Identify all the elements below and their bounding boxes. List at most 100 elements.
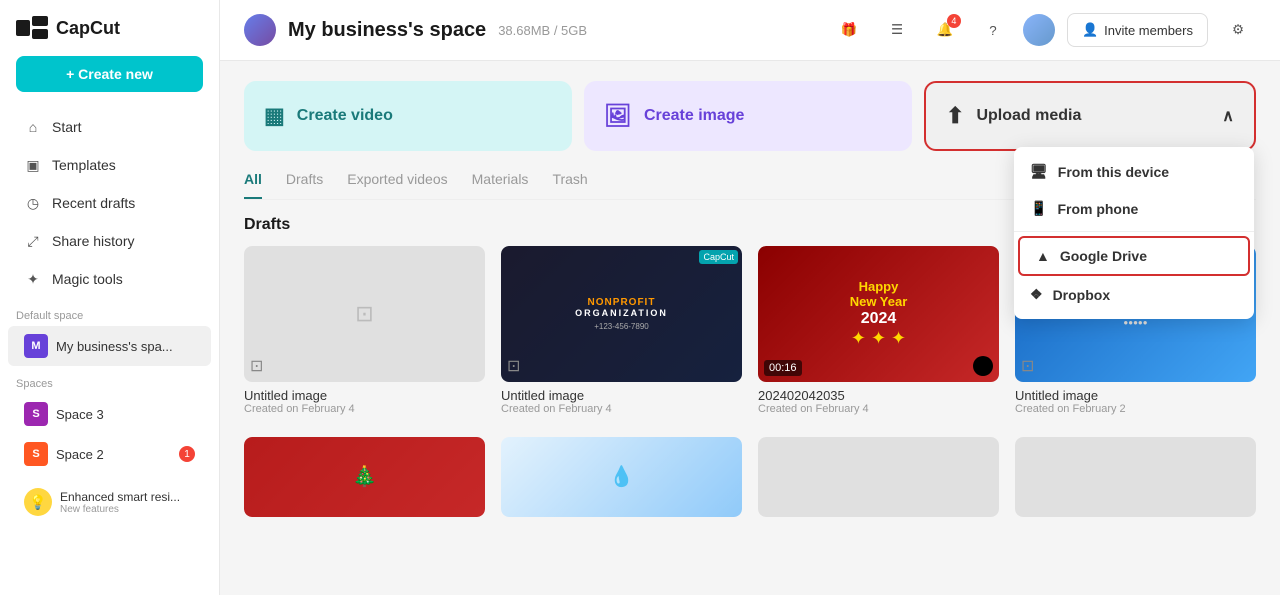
google-drive-item[interactable]: ▲ Google Drive <box>1018 236 1250 276</box>
media-thumb-1: ⊡ ⊡ <box>244 246 485 382</box>
media-date-4: Created on February 2 <box>1015 403 1256 415</box>
media-card-3[interactable]: Happy New Year 2024 ✦ ✦ ✦ 00:16 ✂ 202402… <box>758 246 999 421</box>
tab-exported[interactable]: Exported videos <box>347 171 447 199</box>
sidebar-label-share-history: Share history <box>52 233 134 249</box>
media-card-7[interactable] <box>758 437 999 517</box>
dropdown-divider <box>1014 231 1254 232</box>
create-video-icon: ▦ <box>264 103 285 129</box>
nonprofit-thumb: NONPROFIT ORGANIZATION +123-456-7890 Cap… <box>501 246 742 382</box>
space3-name: Space 3 <box>56 407 195 422</box>
default-space-avatar: M <box>24 334 48 358</box>
image-type-icon-4: ⊡ <box>1021 356 1034 376</box>
media-card-2[interactable]: NONPROFIT ORGANIZATION +123-456-7890 Cap… <box>501 246 742 421</box>
media-card-1[interactable]: ⊡ ⊡ Untitled image Created on February 4 <box>244 246 485 421</box>
layout-icon: ▣ <box>24 156 42 174</box>
media-date-3: Created on February 4 <box>758 403 999 415</box>
monitor-icon: 🖥 <box>1030 163 1048 180</box>
upload-dropdown: 🖥 From this device 📱 From phone ▲ Google… <box>1014 147 1254 319</box>
media-thumb-8 <box>1015 437 1256 517</box>
create-new-button[interactable]: + Create new <box>16 56 203 92</box>
tab-drafts[interactable]: Drafts <box>286 171 323 199</box>
smart-feature-item[interactable]: 💡 Enhanced smart resi... New features <box>8 482 211 522</box>
upload-media-card[interactable]: ⬆ Upload media ∧ 🖥 From this device 📱 Fr… <box>924 81 1256 151</box>
from-phone-item[interactable]: 📱 From phone <box>1014 190 1254 227</box>
workspace-avatar <box>244 14 276 46</box>
menu-button[interactable]: ☰ <box>879 12 915 48</box>
smart-feature-icon: 💡 <box>24 488 52 516</box>
media-name-2: Untitled image <box>501 388 742 403</box>
media-date-2: Created on February 4 <box>501 403 742 415</box>
smart-feature-sub: New features <box>60 504 180 515</box>
settings-button[interactable]: ⚙ <box>1220 12 1256 48</box>
default-space-label: Default space <box>0 298 219 326</box>
notification-badge: 4 <box>947 14 961 28</box>
video-duration-3: 00:16 <box>764 360 802 376</box>
sidebar-item-magic-tools[interactable]: ✦ Magic tools <box>8 260 211 298</box>
upload-icon: ⬆ <box>946 103 964 129</box>
from-device-label: From this device <box>1058 164 1169 180</box>
image-placeholder-icon: ⊡ <box>355 301 373 327</box>
create-image-card[interactable]: 🖼 Create image <box>584 81 912 151</box>
media-thumb-5: 🎄 <box>244 437 485 517</box>
google-drive-label: Google Drive <box>1060 248 1147 264</box>
media-thumb-2: NONPROFIT ORGANIZATION +123-456-7890 Cap… <box>501 246 742 382</box>
user-avatar[interactable] <box>1023 14 1055 46</box>
media-date-1: Created on February 4 <box>244 403 485 415</box>
media-card-8[interactable] <box>1015 437 1256 517</box>
clock-icon: ◷ <box>24 194 42 212</box>
sidebar-item-templates[interactable]: ▣ Templates <box>8 146 211 184</box>
space2-name: Space 2 <box>56 447 171 462</box>
tab-trash[interactable]: Trash <box>552 171 587 199</box>
notification-button[interactable]: 🔔 4 <box>927 12 963 48</box>
sidebar-item-start[interactable]: ⌂ Start <box>8 108 211 146</box>
content-area: ▦ Create video 🖼 Create image ⬆ Upload m… <box>220 61 1280 595</box>
space2-badge: 1 <box>179 446 195 462</box>
home-icon: ⌂ <box>24 118 42 136</box>
image-type-icon-2: ⊡ <box>507 356 520 376</box>
invite-members-button[interactable]: 👤 Invite members <box>1067 13 1208 47</box>
space3-item[interactable]: S Space 3 <box>8 394 211 434</box>
invite-label: Invite members <box>1104 23 1193 38</box>
drive-icon: ▲ <box>1036 248 1050 264</box>
sidebar-item-share-history[interactable]: ⤢ Share history <box>8 222 211 260</box>
tab-all[interactable]: All <box>244 171 262 199</box>
share-icon: ⤢ <box>24 232 42 250</box>
main-nav: ⌂ Start ▣ Templates ◷ Recent drafts ⤢ Sh… <box>0 108 219 298</box>
media-name-1: Untitled image <box>244 388 485 403</box>
invite-icon: 👤 <box>1082 22 1098 38</box>
upload-media-label: Upload media <box>976 107 1081 125</box>
create-video-card[interactable]: ▦ Create video <box>244 81 572 151</box>
create-video-label: Create video <box>297 107 393 125</box>
scissors-icon: ✂ <box>973 356 993 376</box>
media-card-6[interactable]: 💧 <box>501 437 742 517</box>
main-content: My business's space 38.68MB / 5GB 🎁 ☰ 🔔 … <box>220 0 1280 595</box>
space2-item[interactable]: S Space 2 1 <box>8 434 211 474</box>
create-image-label: Create image <box>644 107 745 125</box>
sidebar-label-templates: Templates <box>52 157 116 173</box>
capcut-logo-icon <box>16 16 48 40</box>
chevron-up-icon: ∧ <box>1222 106 1234 126</box>
from-device-item[interactable]: 🖥 From this device <box>1014 153 1254 190</box>
sidebar-item-recent-drafts[interactable]: ◷ Recent drafts <box>8 184 211 222</box>
logo: CapCut <box>0 16 219 56</box>
space-title: My business's space <box>288 19 486 42</box>
dropbox-item[interactable]: ❖ Dropbox <box>1014 276 1254 313</box>
create-image-icon: 🖼 <box>604 103 632 129</box>
spaces-label: Spaces <box>0 366 219 394</box>
media-card-5[interactable]: 🎄 <box>244 437 485 517</box>
smart-feature-title: Enhanced smart resi... <box>60 490 180 504</box>
logo-text: CapCut <box>56 18 120 39</box>
sidebar-label-start: Start <box>52 119 82 135</box>
tab-materials[interactable]: Materials <box>472 171 529 199</box>
sidebar-label-magic-tools: Magic tools <box>52 271 123 287</box>
media-grid-row2: 🎄 💧 <box>244 437 1256 517</box>
help-button[interactable]: ? <box>975 12 1011 48</box>
media-thumb-3: Happy New Year 2024 ✦ ✦ ✦ 00:16 ✂ <box>758 246 999 382</box>
gift-button[interactable]: 🎁 <box>831 12 867 48</box>
space3-avatar: S <box>24 402 48 426</box>
default-space-item[interactable]: M My business's spa... <box>8 326 211 366</box>
dropbox-icon: ❖ <box>1030 286 1043 303</box>
media-name-4: Untitled image <box>1015 388 1256 403</box>
space-storage: 38.68MB / 5GB <box>498 23 587 38</box>
dropbox-label: Dropbox <box>1053 287 1111 303</box>
